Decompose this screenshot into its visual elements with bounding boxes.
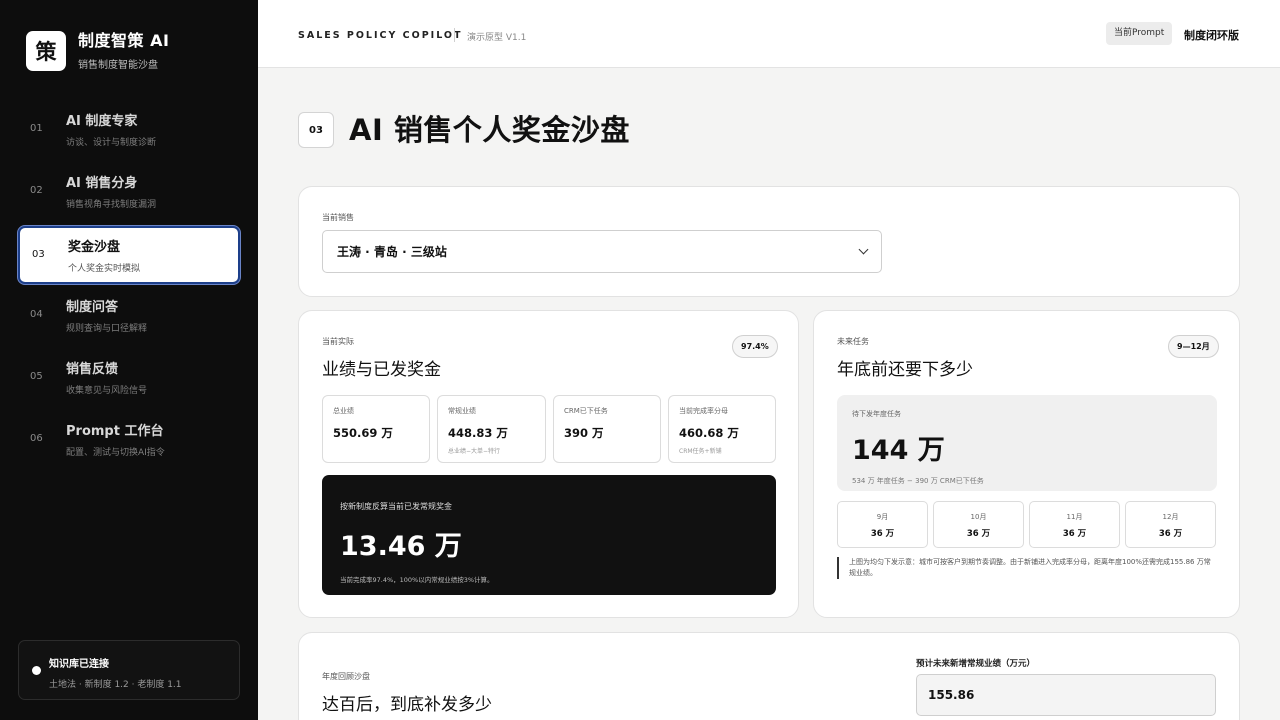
nav-item-policy-qa[interactable]: 04 制度问答 规则查询与口径解释 [18, 288, 240, 346]
month-value: 36 万 [1062, 529, 1087, 539]
app-subtitle: 销售制度智能沙盘 [78, 60, 158, 71]
nav-item-subtitle: 规则查询与口径解释 [66, 324, 148, 334]
nav-item-subtitle: 销售视角寻找制度漏洞 [66, 200, 157, 210]
card-eyebrow: 年度回顾沙盘 [322, 672, 370, 681]
nav-item-title: 奖金沙盘 [68, 240, 121, 255]
kb-status-sources: 土地法 · 新制度 1.2 · 老制度 1.1 [49, 680, 182, 690]
metric-label: 常规业绩 [448, 407, 476, 415]
divider [454, 28, 455, 42]
brand: 策 制度智策 AI 销售制度智能沙盘 [26, 31, 169, 71]
month-label: 9月 [876, 513, 889, 521]
metric-note: CRM任务+新铺 [679, 448, 722, 455]
knowledge-base-status: 知识库已连接 土地法 · 新制度 1.2 · 老制度 1.1 [18, 640, 240, 700]
sidebar: 策 制度智策 AI 销售制度智能沙盘 01 AI 制度专家 访谈、设计与制度诊断… [0, 0, 258, 720]
app-name: 制度智策 AI [78, 31, 170, 50]
nav-item-title: Prompt 工作台 [66, 424, 164, 439]
selected-salesperson: 王涛 · 青岛 · 三级站 [337, 245, 447, 259]
current-prompt-button[interactable]: 当前Prompt [1106, 22, 1173, 45]
bonus-note: 当前完成率97.4%，100%以内常规业绩按3%计算。 [340, 576, 494, 584]
month-card: 9月 36 万 [837, 501, 928, 548]
kb-status-title: 知识库已连接 [49, 659, 109, 670]
month-value: 36 万 [966, 529, 991, 539]
metric-label: 当前完成率分母 [679, 407, 728, 415]
page-number-badge: 03 [298, 112, 334, 148]
top-bar: SALES POLICY COPILOT 演示原型 V1.1 当前Prompt … [258, 0, 1280, 68]
card-title: 业绩与已发奖金 [322, 360, 441, 380]
future-performance-label: 预计未来新增常规业绩（万元） [916, 659, 1036, 669]
version-label: 演示原型 V1.1 [467, 33, 527, 43]
nav-item-number: 03 [32, 249, 45, 260]
future-task-card: 未来任务 年底前还要下多少 9—12月 待下发年度任务 144 万 534 万 … [813, 310, 1240, 618]
metric-completion-denominator: 当前完成率分母 460.68 万 CRM任务+新铺 [668, 395, 776, 463]
nav-item-ai-policy-expert[interactable]: 01 AI 制度专家 访谈、设计与制度诊断 [18, 102, 240, 160]
month-card: 11月 36 万 [1029, 501, 1120, 548]
pending-task-panel: 待下发年度任务 144 万 534 万 年度任务 − 390 万 CRM已下任务 [837, 395, 1217, 491]
pending-note: 534 万 年度任务 − 390 万 CRM已下任务 [852, 477, 984, 485]
nav-item-number: 01 [30, 123, 43, 134]
current-performance-card: 当前实际 业绩与已发奖金 97.4% 总业绩 550.69 万 常规业绩 448… [298, 310, 799, 618]
month-label: 12月 [1162, 513, 1179, 521]
annual-review-card: 年度回顾沙盘 达百后，到底补发多少 预计未来新增常规业绩（万元） 155.86 [298, 632, 1240, 720]
month-card: 10月 36 万 [933, 501, 1024, 548]
month-card: 12月 36 万 [1125, 501, 1216, 548]
month-value: 36 万 [1158, 529, 1183, 539]
chevron-down-icon [858, 244, 869, 255]
nav-item-number: 02 [30, 185, 43, 196]
month-label: 10月 [970, 513, 987, 521]
salesperson-selector-card: 当前销售 王涛 · 青岛 · 三级站 [298, 186, 1240, 297]
metric-value: 448.83 万 [448, 426, 508, 440]
mode-label[interactable]: 制度闭环版 [1184, 27, 1239, 43]
distribution-note: 上图为均匀下发示意：城市可按客户到期节奏调整。由于新铺进入完成率分母，距离年度1… [837, 557, 1217, 579]
pending-value: 144 万 [852, 435, 945, 466]
nav-item-number: 06 [30, 433, 43, 444]
future-performance-input[interactable]: 155.86 [916, 674, 1216, 716]
nav-item-title: AI 销售分身 [66, 176, 138, 191]
metric-crm-task: CRM已下任务 390 万 [553, 395, 661, 463]
nav-item-sales-feedback[interactable]: 05 销售反馈 收集意见与风险信号 [18, 350, 240, 408]
month-label: 11月 [1066, 513, 1083, 521]
bonus-label: 按新制度反算当前已发常规奖金 [340, 502, 452, 511]
nav-item-subtitle: 配置、测试与切换AI指令 [66, 448, 165, 458]
card-eyebrow: 当前实际 [322, 337, 354, 346]
salesperson-select[interactable]: 王涛 · 青岛 · 三级站 [322, 230, 882, 273]
month-value: 36 万 [870, 529, 895, 539]
period-badge: 9—12月 [1168, 335, 1219, 358]
completion-rate-badge: 97.4% [732, 335, 778, 358]
nav-item-subtitle: 收集意见与风险信号 [66, 386, 148, 396]
nav-item-number: 04 [30, 309, 43, 320]
metric-value: 390 万 [564, 426, 604, 440]
bonus-value: 13.46 万 [340, 531, 462, 562]
nav-item-title: 制度问答 [66, 300, 119, 315]
metric-note: 总业绩−大单−特行 [448, 448, 501, 455]
card-eyebrow: 未来任务 [837, 337, 869, 346]
status-dot-icon [32, 666, 41, 675]
pending-label: 待下发年度任务 [852, 410, 901, 418]
nav-item-title: AI 制度专家 [66, 114, 138, 129]
metric-total-performance: 总业绩 550.69 万 [322, 395, 430, 463]
selector-label: 当前销售 [322, 213, 354, 222]
product-title: SALES POLICY COPILOT [298, 30, 463, 41]
card-title: 年底前还要下多少 [837, 360, 973, 380]
metric-regular-performance: 常规业绩 448.83 万 总业绩−大单−特行 [437, 395, 546, 463]
app-logo: 策 [26, 31, 66, 71]
nav-item-ai-sales-avatar[interactable]: 02 AI 销售分身 销售视角寻找制度漏洞 [18, 164, 240, 222]
nav-item-prompt-workbench[interactable]: 06 Prompt 工作台 配置、测试与切换AI指令 [18, 412, 240, 470]
nav-item-bonus-sandbox[interactable]: 03 奖金沙盘 个人奖金实时模拟 [18, 226, 240, 284]
sidebar-nav: 01 AI 制度专家 访谈、设计与制度诊断 02 AI 销售分身 销售视角寻找制… [18, 102, 240, 474]
nav-item-subtitle: 访谈、设计与制度诊断 [66, 138, 157, 148]
card-title: 达百后，到底补发多少 [322, 695, 492, 715]
metric-value: 460.68 万 [679, 426, 739, 440]
page-title: AI 销售个人奖金沙盘 [349, 113, 630, 147]
nav-item-number: 05 [30, 371, 43, 382]
metric-label: CRM已下任务 [564, 407, 608, 415]
metric-label: 总业绩 [333, 407, 354, 415]
metric-value: 550.69 万 [333, 426, 393, 440]
nav-item-subtitle: 个人奖金实时模拟 [68, 264, 141, 274]
issued-bonus-panel: 按新制度反算当前已发常规奖金 13.46 万 当前完成率97.4%，100%以内… [322, 475, 776, 595]
nav-item-title: 销售反馈 [66, 362, 119, 377]
